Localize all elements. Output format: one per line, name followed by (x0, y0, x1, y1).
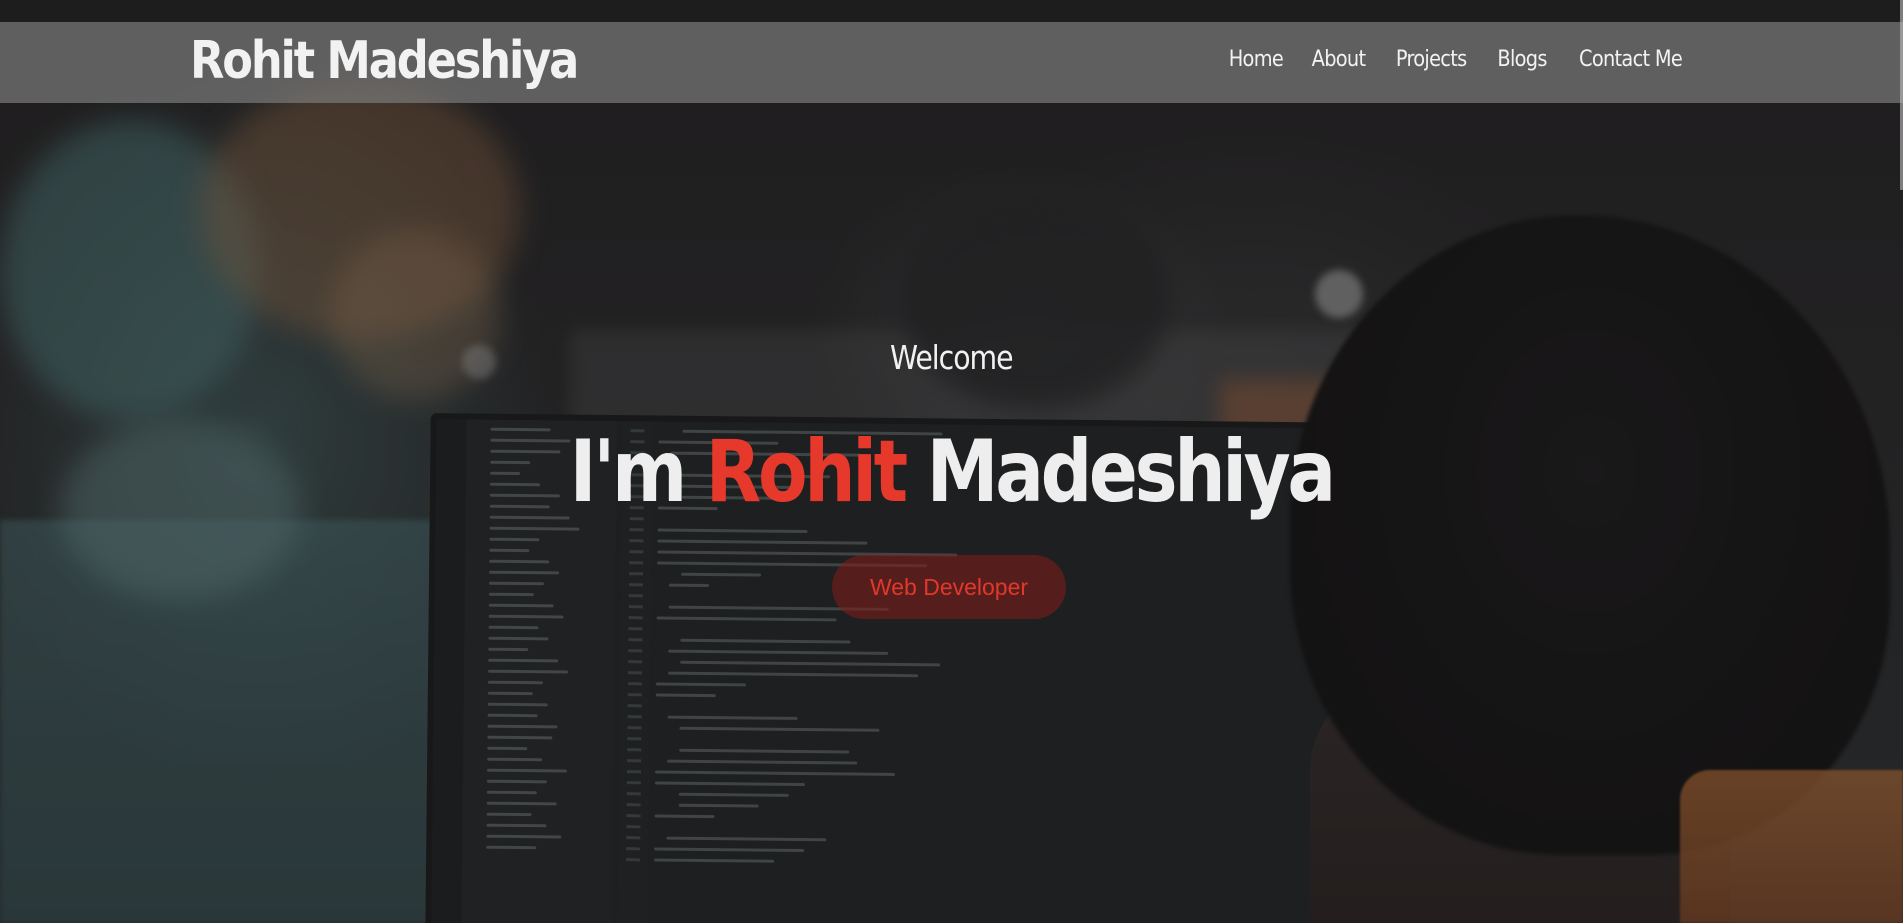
nav-links: Home About Projects Blogs Contact Me (1203, 47, 1689, 73)
headline-last-name: Madeshiya (926, 422, 1336, 522)
hero-headline: I'm Rohit Madeshiya (0, 423, 1903, 522)
hero-welcome-text: Welcome (0, 338, 1903, 377)
nav-link-home[interactable]: Home (1228, 47, 1283, 73)
navbar: Rohit Madeshiya Home About Projects Blog… (0, 22, 1903, 103)
nav-item-contact: Contact Me (1550, 47, 1689, 73)
portfolio-page: Rohit Madeshiya Home About Projects Blog… (0, 0, 1903, 923)
nav-item-projects: Projects (1369, 47, 1471, 73)
headline-intro: I'm (569, 422, 688, 522)
nav-item-blogs: Blogs (1472, 47, 1550, 73)
nav-item-about: About (1286, 47, 1369, 73)
nav-item-home: Home (1203, 47, 1287, 73)
hero-section: Welcome I'm Rohit Madeshiya Web Develope… (0, 0, 1903, 923)
role-button[interactable]: Web Developer (832, 555, 1066, 619)
nav-link-contact-me[interactable]: Contact Me (1579, 47, 1683, 73)
headline-first-name: Rohit (705, 422, 909, 522)
nav-link-blogs[interactable]: Blogs (1497, 47, 1547, 73)
nav-link-projects[interactable]: Projects (1396, 47, 1467, 73)
welcome-label: Welcome (890, 338, 1014, 377)
nav-link-about[interactable]: About (1312, 47, 1366, 73)
brand-logo-link[interactable]: Rohit Madeshiya (190, 31, 579, 92)
